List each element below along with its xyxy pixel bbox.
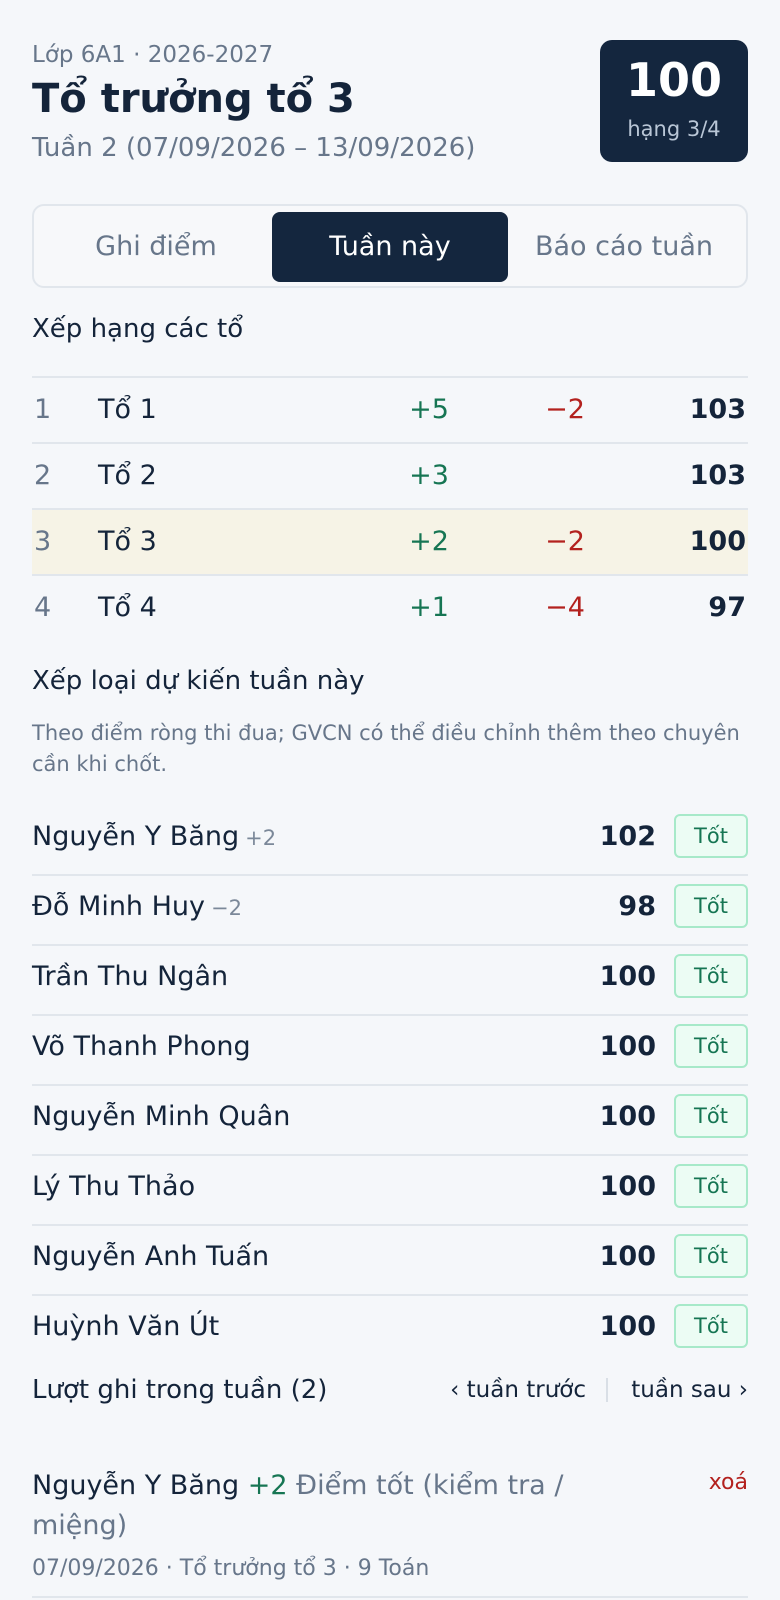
minus-points: −4 — [545, 592, 585, 623]
delete-entry-button[interactable]: xoá — [709, 1470, 748, 1495]
student-name-wrap: Đỗ Minh Huy −2 — [32, 876, 242, 939]
student-name: Lý Thu Thảo — [32, 1171, 196, 1202]
plus-points: +2 — [409, 526, 449, 557]
page-title: Tổ trưởng tổ 3 — [32, 76, 355, 122]
tab-weekly-report[interactable]: Báo cáo tuần — [506, 212, 742, 282]
student-name: Nguyễn Anh Tuấn — [32, 1241, 270, 1272]
class-info: Lớp 6A1 · 2026-2027 — [32, 42, 274, 68]
grade-badge: Tốt — [674, 814, 748, 858]
tab-bar: Ghi điểm Tuần này Báo cáo tuần — [32, 204, 748, 288]
student-score: 100 — [599, 1101, 656, 1132]
student-delta: +2 — [245, 826, 277, 850]
student-name-wrap: Huỳnh Văn Út — [32, 1296, 225, 1359]
score-value: 100 — [625, 53, 723, 107]
student-score: 100 — [599, 1311, 656, 1342]
grade-badge: Tốt — [674, 884, 748, 928]
rank-position: 4 — [34, 592, 52, 623]
student-row: Nguyễn Y Băng +2 102 Tốt — [32, 806, 748, 876]
log-entry: Nguyễn Y Băng +2 Điểm tốt (kiểm tra / mi… — [32, 1466, 748, 1586]
group-name: Tổ 2 — [98, 460, 157, 491]
log-entry-text: Nguyễn Y Băng +2 Điểm tốt (kiểm tra / mi… — [32, 1466, 632, 1546]
student-name: Võ Thanh Phong — [32, 1031, 251, 1062]
total-points: 103 — [689, 460, 746, 491]
student-row: Võ Thanh Phong 100 Tốt — [32, 1016, 748, 1086]
rank-position: 2 — [34, 460, 52, 491]
log-title: Lượt ghi trong tuần (2) — [32, 1375, 328, 1405]
log-student-name: Nguyễn Y Băng — [32, 1470, 240, 1501]
total-points: 100 — [689, 526, 746, 557]
student-name: Nguyễn Y Băng — [32, 821, 240, 852]
group-name: Tổ 4 — [98, 592, 157, 623]
plus-points: +5 — [409, 394, 449, 425]
tab-this-week[interactable]: Tuần này — [272, 212, 508, 282]
plus-points: +1 — [409, 592, 449, 623]
student-name: Đỗ Minh Huy — [32, 891, 206, 922]
ranking-row-current: 3 Tổ 3 +2 −2 100 — [32, 510, 748, 576]
previous-week-link[interactable]: ‹ tuần trước — [450, 1370, 586, 1410]
page: Lớp 6A1 · 2026-2027 Tổ trưởng tổ 3 Tuần … — [32, 0, 748, 1598]
ranking-row: 2 Tổ 2 +3 103 — [32, 444, 748, 510]
ranking-row: 4 Tổ 4 +1 −4 97 — [32, 576, 748, 642]
student-row: Lý Thu Thảo 100 Tốt — [32, 1156, 748, 1226]
student-row: Nguyễn Minh Quân 100 Tốt — [32, 1086, 748, 1156]
student-score: 100 — [599, 961, 656, 992]
student-score: 100 — [599, 1241, 656, 1272]
student-row: Trần Thu Ngân 100 Tốt — [32, 946, 748, 1016]
grade-badge: Tốt — [674, 1304, 748, 1348]
student-row: Huỳnh Văn Út 100 Tốt — [32, 1296, 748, 1366]
student-name: Nguyễn Minh Quân — [32, 1101, 291, 1132]
student-list: Nguyễn Y Băng +2 102 Tốt Đỗ Minh Huy −2 98… — [32, 806, 748, 1366]
group-name: Tổ 3 — [98, 526, 157, 557]
tab-record-points[interactable]: Ghi điểm — [38, 212, 274, 282]
header: Lớp 6A1 · 2026-2027 Tổ trưởng tổ 3 Tuần … — [32, 0, 748, 175]
student-name: Huỳnh Văn Út — [32, 1311, 220, 1342]
student-name-wrap: Trần Thu Ngân — [32, 946, 234, 1009]
nav-divider — [606, 1378, 608, 1402]
minus-points: −2 — [545, 526, 585, 557]
student-name-wrap: Nguyễn Minh Quân — [32, 1086, 296, 1149]
student-score: 100 — [599, 1031, 656, 1062]
log-meta: 07/09/2026 · Tổ trưởng tổ 3 · 9 Toán — [32, 1556, 430, 1581]
rank-position: 1 — [34, 394, 52, 425]
classification-note: Theo điểm ròng thi đua; GVCN có thể điều… — [32, 721, 740, 776]
grade-badge: Tốt — [674, 1164, 748, 1208]
total-points: 97 — [708, 592, 746, 623]
ranking-row: 1 Tổ 1 +5 −2 103 — [32, 378, 748, 444]
plus-points: +3 — [409, 460, 449, 491]
student-score: 98 — [618, 891, 656, 922]
student-score: 102 — [599, 821, 656, 852]
minus-points: −2 — [545, 394, 585, 425]
grade-badge: Tốt — [674, 954, 748, 998]
student-name: Trần Thu Ngân — [32, 961, 229, 992]
grade-badge: Tốt — [674, 1234, 748, 1278]
divider — [32, 1596, 748, 1598]
log-header: Lượt ghi trong tuần (2) ‹ tuần trước tuầ… — [32, 1370, 748, 1410]
score-card: 100 hạng 3/4 — [600, 40, 748, 162]
student-name-wrap: Võ Thanh Phong — [32, 1016, 257, 1079]
rank-position: 3 — [34, 526, 52, 557]
week-range: Tuần 2 (07/09/2026 – 13/09/2026) — [32, 133, 476, 163]
ranking-title: Xếp hạng các tổ — [32, 314, 244, 344]
student-delta: −2 — [211, 896, 242, 920]
next-week-link[interactable]: tuần sau › — [631, 1370, 748, 1410]
student-name-wrap: Lý Thu Thảo — [32, 1156, 201, 1219]
student-score: 100 — [599, 1171, 656, 1202]
total-points: 103 — [689, 394, 746, 425]
student-name-wrap: Nguyễn Y Băng +2 — [32, 806, 276, 869]
ranking-table: 1 Tổ 1 +5 −2 103 2 Tổ 2 +3 103 3 Tổ 3 +2… — [32, 376, 748, 642]
grade-badge: Tốt — [674, 1094, 748, 1138]
student-name-wrap: Nguyễn Anh Tuấn — [32, 1226, 275, 1289]
classification-title: Xếp loại dự kiến tuần này — [32, 666, 365, 696]
student-row: Nguyễn Anh Tuấn 100 Tốt — [32, 1226, 748, 1296]
rank-label: hạng 3/4 — [627, 117, 721, 141]
grade-badge: Tốt — [674, 1024, 748, 1068]
group-name: Tổ 1 — [98, 394, 157, 425]
log-points: +2 — [247, 1470, 288, 1501]
student-row: Đỗ Minh Huy −2 98 Tốt — [32, 876, 748, 946]
